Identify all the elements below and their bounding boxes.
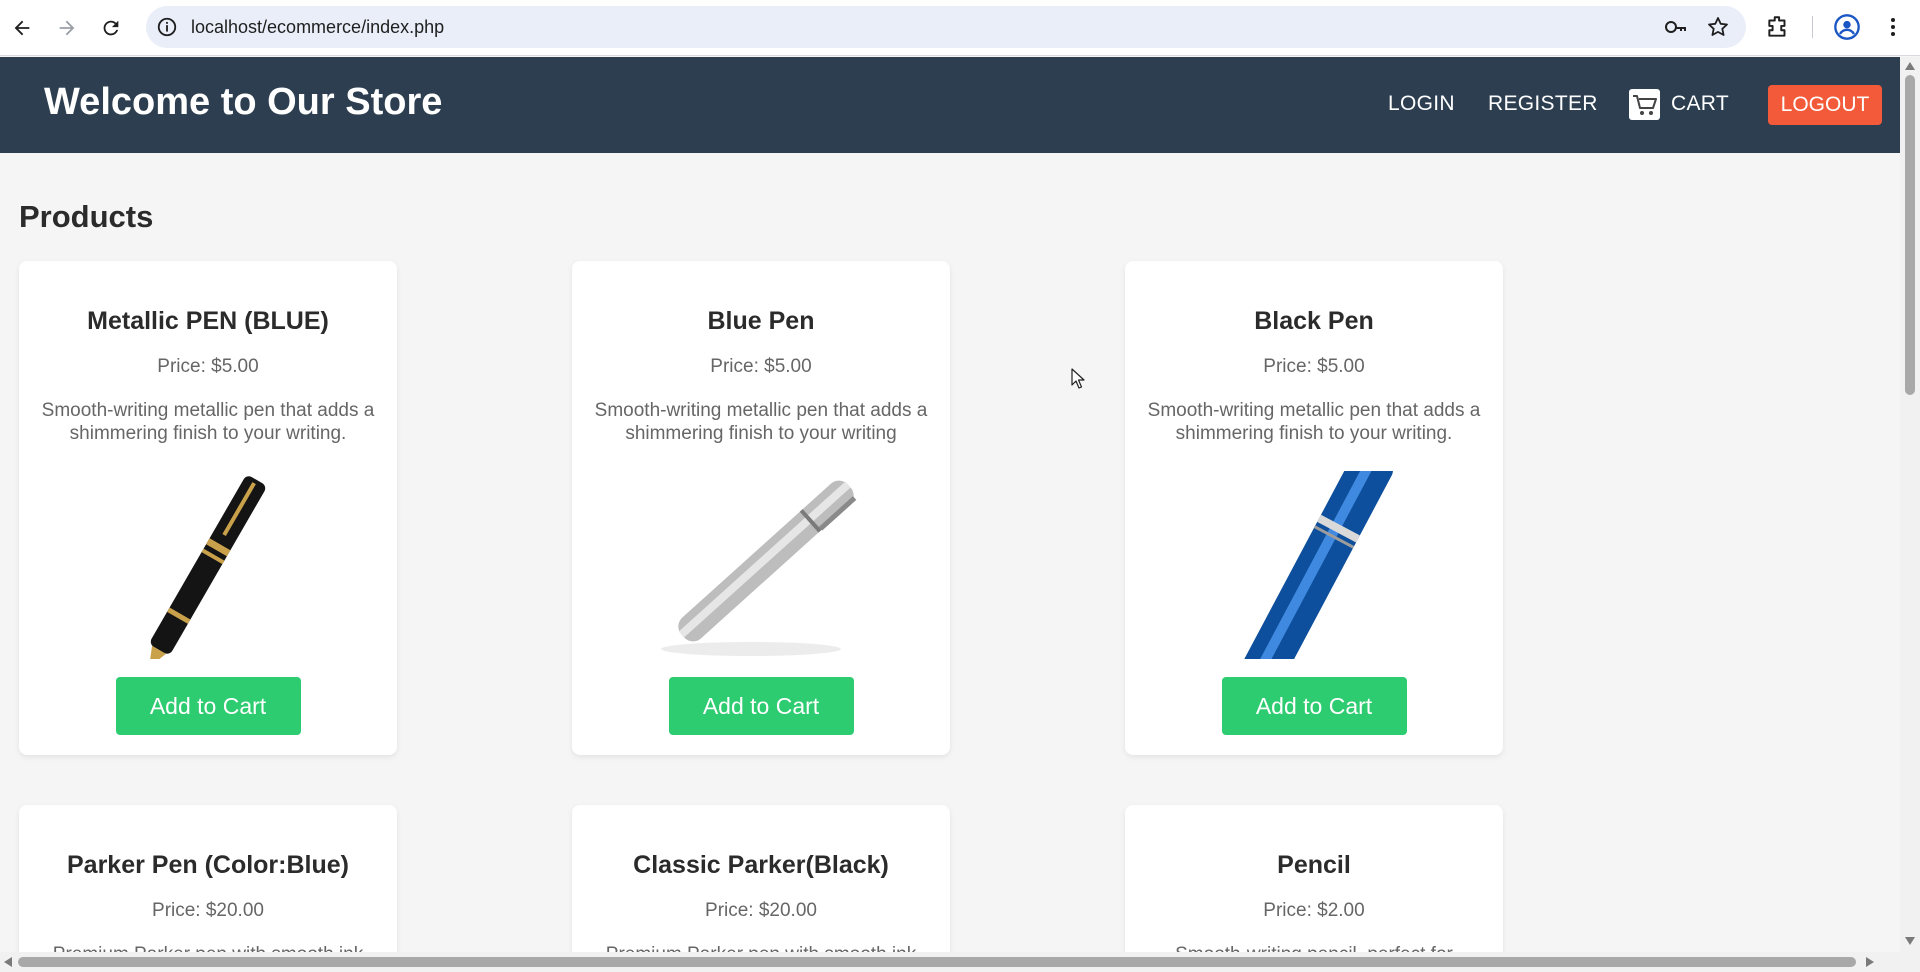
product-name: Black Pen bbox=[1254, 307, 1374, 335]
product-name: Pencil bbox=[1277, 851, 1351, 879]
product-name: Metallic PEN (BLUE) bbox=[87, 307, 329, 335]
add-to-cart-button[interactable]: Add to Cart bbox=[1221, 677, 1407, 735]
add-to-cart-button[interactable]: Add to Cart bbox=[115, 677, 301, 735]
product-price: Price: $2.00 bbox=[1263, 900, 1365, 921]
bookmark-star-icon[interactable] bbox=[1706, 15, 1730, 39]
product-name: Blue Pen bbox=[707, 307, 815, 335]
vertical-scrollbar[interactable] bbox=[1900, 57, 1920, 972]
product-card: Parker Pen (Color:Blue) Price: $20.00 Pr… bbox=[19, 805, 397, 965]
mouse-cursor-icon bbox=[1071, 368, 1087, 390]
product-price: Price: $5.00 bbox=[157, 356, 259, 377]
product-image bbox=[581, 471, 941, 659]
product-card: Black Pen Price: $5.00 Smooth-writing me… bbox=[1125, 261, 1503, 755]
scroll-right-arrow[interactable] bbox=[1866, 957, 1874, 967]
site-info-icon[interactable] bbox=[156, 16, 178, 38]
address-bar[interactable]: localhost/ecommerce/index.php bbox=[146, 6, 1746, 48]
horizontal-scrollbar[interactable] bbox=[0, 952, 1900, 972]
products-heading: Products bbox=[19, 199, 154, 234]
product-description: Smooth-writing metallic pen that adds a … bbox=[1147, 400, 1481, 444]
product-card: Classic Parker(Black) Price: $20.00 Prem… bbox=[572, 805, 950, 965]
profile-icon[interactable] bbox=[1833, 13, 1861, 41]
product-card: Blue Pen Price: $5.00 Smooth-writing met… bbox=[572, 261, 950, 755]
product-name: Classic Parker(Black) bbox=[633, 851, 889, 879]
url-text[interactable]: localhost/ecommerce/index.php bbox=[191, 17, 444, 38]
back-icon[interactable] bbox=[6, 12, 38, 44]
product-price: Price: $5.00 bbox=[710, 356, 812, 377]
cart-link[interactable]: CART bbox=[1671, 92, 1729, 116]
product-price: Price: $20.00 bbox=[705, 900, 817, 921]
site-header: Welcome to Our Store LOGIN REGISTER CART… bbox=[0, 57, 1900, 153]
login-link[interactable]: LOGIN bbox=[1388, 92, 1455, 116]
product-description: Smooth-writing metallic pen that adds a … bbox=[41, 400, 375, 444]
browser-toolbar: localhost/ecommerce/index.php bbox=[0, 0, 1920, 56]
logout-button[interactable]: LOGOUT bbox=[1768, 85, 1882, 125]
menu-kebab-icon[interactable] bbox=[1883, 13, 1903, 41]
horizontal-scroll-thumb[interactable] bbox=[18, 957, 1856, 967]
product-image bbox=[28, 471, 388, 668]
forward-icon[interactable] bbox=[51, 12, 83, 44]
site-title: Welcome to Our Store bbox=[44, 81, 443, 123]
extensions-icon[interactable] bbox=[1765, 14, 1791, 40]
vertical-scroll-thumb[interactable] bbox=[1905, 75, 1915, 395]
product-description: Smooth-writing metallic pen that adds a … bbox=[594, 400, 928, 444]
product-card: Metallic PEN (BLUE) Price: $5.00 Smooth-… bbox=[19, 261, 397, 755]
reload-icon[interactable] bbox=[95, 12, 127, 44]
product-price: Price: $5.00 bbox=[1263, 356, 1365, 377]
scroll-down-arrow[interactable] bbox=[1905, 937, 1915, 945]
product-image bbox=[1134, 449, 1494, 693]
register-link[interactable]: REGISTER bbox=[1488, 92, 1598, 116]
product-card: Pencil Price: $2.00 Smooth-writing penci… bbox=[1125, 805, 1503, 965]
scroll-up-arrow[interactable] bbox=[1905, 62, 1915, 70]
cart-icon[interactable] bbox=[1629, 89, 1660, 120]
product-price: Price: $20.00 bbox=[152, 900, 264, 921]
scroll-left-arrow[interactable] bbox=[4, 957, 12, 967]
add-to-cart-button[interactable]: Add to Cart bbox=[668, 677, 854, 735]
product-name: Parker Pen (Color:Blue) bbox=[66, 851, 349, 879]
toolbar-divider bbox=[1812, 16, 1813, 38]
password-key-icon[interactable] bbox=[1664, 17, 1688, 37]
